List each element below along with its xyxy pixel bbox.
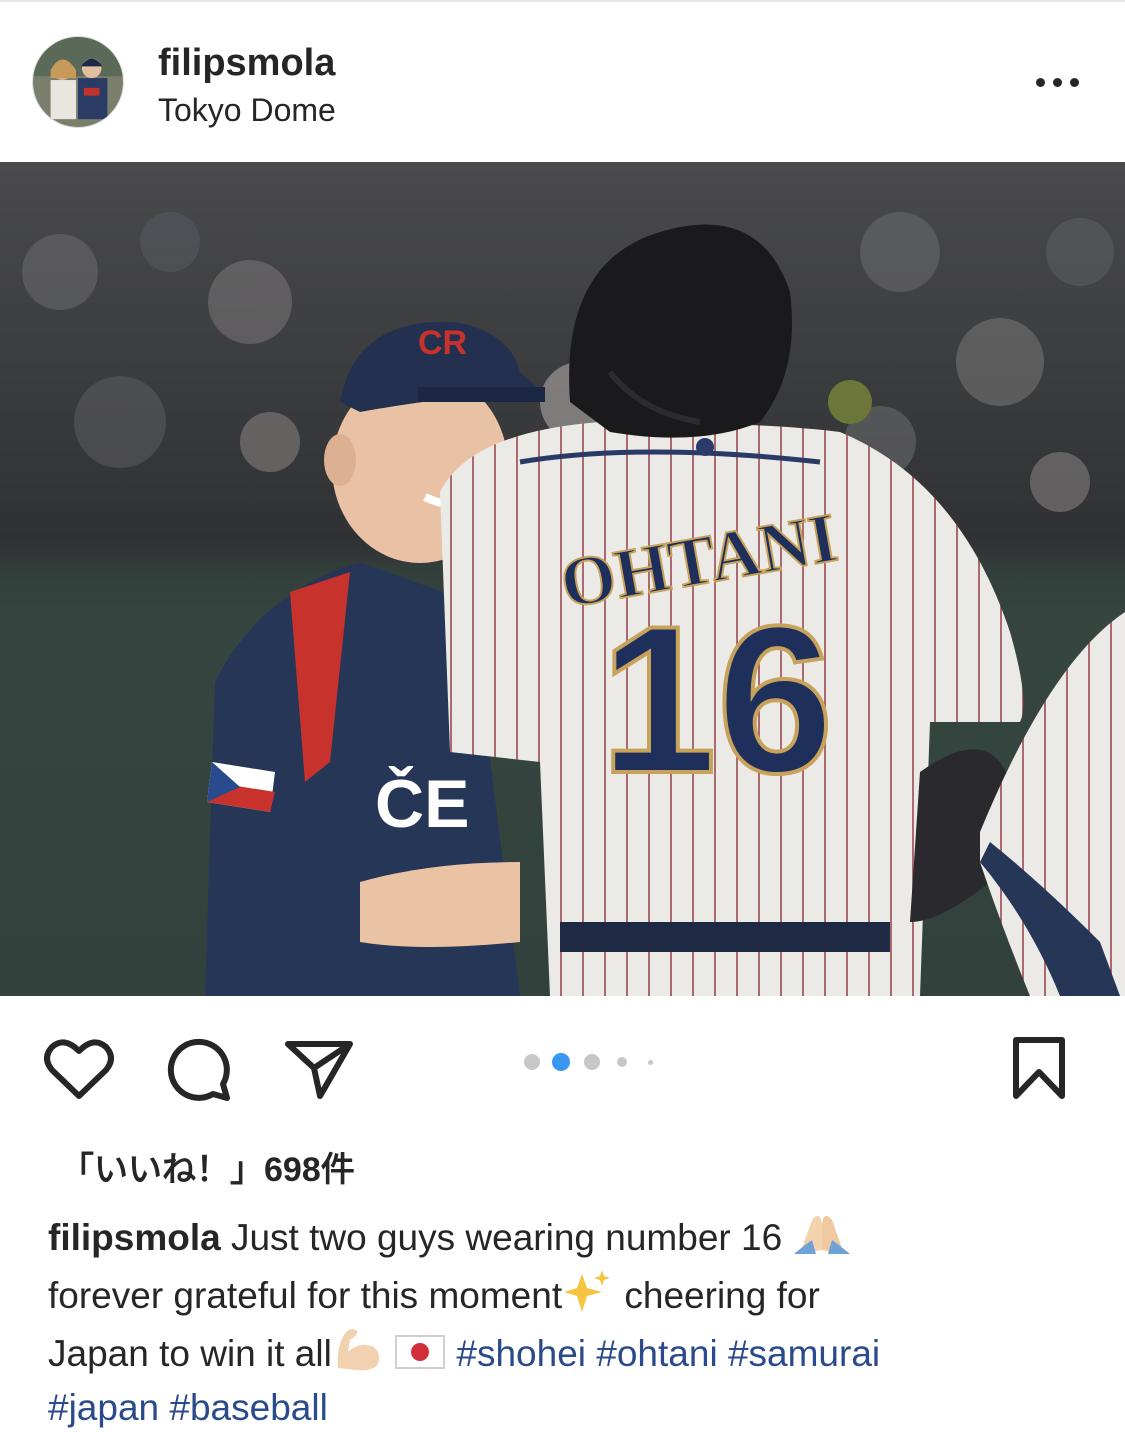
avatar[interactable] bbox=[32, 36, 124, 128]
likes-count[interactable]: 「いいね！」698件 bbox=[60, 1142, 355, 1191]
carousel-dot bbox=[584, 1054, 600, 1070]
hashtag-japan[interactable]: #japan bbox=[48, 1387, 159, 1428]
comment-icon[interactable] bbox=[165, 1036, 233, 1104]
carousel-dot bbox=[648, 1060, 653, 1065]
post-location[interactable]: Tokyo Dome bbox=[158, 92, 336, 129]
heart-icon[interactable] bbox=[44, 1038, 114, 1100]
post-photo[interactable]: ČE CR OHTANI 16 bbox=[0, 162, 1125, 996]
folded-hands-icon bbox=[792, 1210, 852, 1268]
hashtag-shohei[interactable]: #shohei bbox=[456, 1333, 586, 1374]
carousel-dot bbox=[617, 1057, 627, 1067]
hashtag-baseball[interactable]: #baseball bbox=[169, 1387, 327, 1428]
bookmark-icon[interactable] bbox=[1012, 1036, 1066, 1100]
avatar-image bbox=[33, 37, 123, 127]
jersey-left-text: ČE bbox=[375, 765, 469, 842]
caption-line2b: cheering for bbox=[624, 1275, 820, 1316]
caption-line2a: forever grateful for this moment bbox=[48, 1275, 563, 1316]
photo-image: ČE CR OHTANI 16 bbox=[0, 162, 1125, 996]
caption-username[interactable]: filipsmola bbox=[48, 1217, 221, 1258]
japan-flag-icon bbox=[394, 1332, 446, 1384]
hashtag-ohtani[interactable]: #ohtani bbox=[596, 1333, 717, 1374]
flexed-biceps-icon bbox=[332, 1326, 384, 1384]
sparkles-icon bbox=[562, 1268, 614, 1326]
carousel-dot-active bbox=[552, 1053, 570, 1071]
more-options-icon[interactable] bbox=[1028, 64, 1088, 100]
caption-line1: Just two guys wearing number 16 bbox=[230, 1217, 783, 1258]
jersey-number: 16 bbox=[600, 582, 834, 817]
carousel-dot bbox=[524, 1054, 540, 1070]
post-header: filipsmola Tokyo Dome bbox=[0, 2, 1125, 162]
post-caption: filipsmola Just two guys wearing number … bbox=[48, 1210, 1088, 1432]
hashtag-samurai[interactable]: #samurai bbox=[728, 1333, 880, 1374]
paper-plane-icon[interactable] bbox=[284, 1038, 354, 1100]
post-username[interactable]: filipsmola bbox=[158, 42, 335, 85]
caption-line3: Japan to win it all bbox=[48, 1333, 332, 1374]
action-bar bbox=[0, 1000, 1125, 1130]
cap-logo: CR bbox=[418, 324, 467, 362]
